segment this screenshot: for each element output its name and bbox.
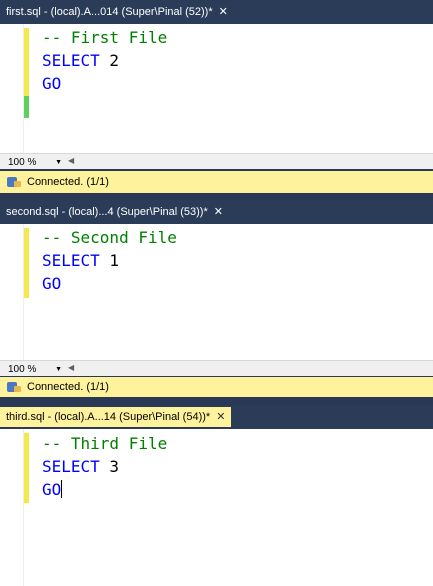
- status-text: Connected. (1/1): [27, 176, 109, 188]
- tab-second-sql[interactable]: second.sql - (local)...4 (Super\Pinal (5…: [0, 202, 229, 222]
- code-comment: -- Third File: [42, 434, 168, 453]
- tab-strip: second.sql - (local)...4 (Super\Pinal (5…: [0, 200, 433, 224]
- zoom-level: 100 %: [8, 156, 37, 168]
- code-keyword: GO: [42, 74, 62, 93]
- status-bar: Connected. (1/1): [0, 171, 433, 193]
- query-window-second: second.sql - (local)...4 (Super\Pinal (5…: [0, 200, 433, 400]
- code-line: GO: [42, 72, 167, 95]
- tab-third-sql[interactable]: third.sql - (local).A...14 (Super\Pinal …: [0, 407, 232, 427]
- editor-gutter: [0, 24, 24, 153]
- code-line: SELECT 3: [42, 455, 167, 478]
- zoom-level: 100 %: [8, 363, 37, 375]
- code-line: SELECT 2: [42, 49, 167, 72]
- code-literal: 1: [99, 251, 120, 270]
- status-text: Connected. (1/1): [27, 381, 109, 393]
- tab-first-sql[interactable]: first.sql - (local).A...014 (Super\Pinal…: [0, 2, 234, 22]
- query-window-third: third.sql - (local).A...14 (Super\Pinal …: [0, 405, 433, 586]
- editor-gutter: [0, 429, 24, 586]
- code-keyword: SELECT: [42, 251, 100, 270]
- code-line: GO: [42, 478, 167, 501]
- chevron-down-icon: ▼: [55, 365, 62, 373]
- tab-title: second.sql - (local)...4 (Super\Pinal (5…: [6, 206, 208, 218]
- tab-title: third.sql - (local).A...14 (Super\Pinal …: [6, 411, 211, 423]
- tab-title: first.sql - (local).A...014 (Super\Pinal…: [6, 6, 213, 18]
- code-line: GO: [42, 272, 177, 295]
- code-line: -- Third File: [42, 432, 167, 455]
- tab-strip: first.sql - (local).A...014 (Super\Pinal…: [0, 0, 433, 24]
- sql-editor[interactable]: -- Second File SELECT 1 GO: [0, 224, 433, 360]
- zoom-bar: 100 % ▼ ◀: [0, 153, 433, 169]
- zoom-bar: 100 % ▼ ◀: [0, 360, 433, 376]
- query-window-first: first.sql - (local).A...014 (Super\Pinal…: [0, 0, 433, 196]
- text-caret: [61, 480, 63, 498]
- code-literal: 3: [99, 457, 120, 476]
- scroll-left-icon[interactable]: ◀: [68, 156, 74, 165]
- code-comment: -- Second File: [42, 228, 177, 247]
- code-keyword: GO: [42, 480, 62, 499]
- scroll-left-icon[interactable]: ◀: [68, 363, 74, 372]
- chevron-down-icon: ▼: [55, 158, 62, 166]
- code-comment: -- First File: [42, 28, 168, 47]
- change-bar-unsaved: [24, 28, 29, 96]
- close-icon[interactable]: ✕: [214, 206, 223, 218]
- change-bar-saved: [24, 96, 29, 118]
- tab-strip: third.sql - (local).A...14 (Super\Pinal …: [0, 405, 433, 429]
- code-line: -- First File: [42, 26, 167, 49]
- code-lines: -- Second File SELECT 1 GO: [42, 226, 177, 295]
- code-lines: -- First File SELECT 2 GO: [42, 26, 167, 95]
- code-line: -- Second File: [42, 226, 177, 249]
- code-literal: 2: [99, 51, 120, 70]
- sql-editor[interactable]: -- Third File SELECT 3 GO: [0, 429, 433, 586]
- change-bar-unsaved: [24, 228, 29, 298]
- code-lines: -- Third File SELECT 3 GO: [42, 432, 167, 501]
- close-icon[interactable]: ✕: [216, 411, 225, 423]
- editor-gutter: [0, 224, 24, 360]
- connected-icon: [6, 380, 22, 394]
- zoom-dropdown[interactable]: 100 % ▼: [6, 362, 64, 376]
- zoom-dropdown[interactable]: 100 % ▼: [6, 155, 64, 169]
- code-line: SELECT 1: [42, 249, 177, 272]
- connected-icon: [6, 175, 22, 189]
- code-keyword: SELECT: [42, 457, 100, 476]
- code-keyword: SELECT: [42, 51, 100, 70]
- status-bar: Connected. (1/1): [0, 377, 433, 397]
- code-keyword: GO: [42, 274, 62, 293]
- change-bar-unsaved: [24, 433, 29, 503]
- sql-editor[interactable]: -- First File SELECT 2 GO: [0, 24, 433, 153]
- close-icon[interactable]: ✕: [219, 6, 228, 18]
